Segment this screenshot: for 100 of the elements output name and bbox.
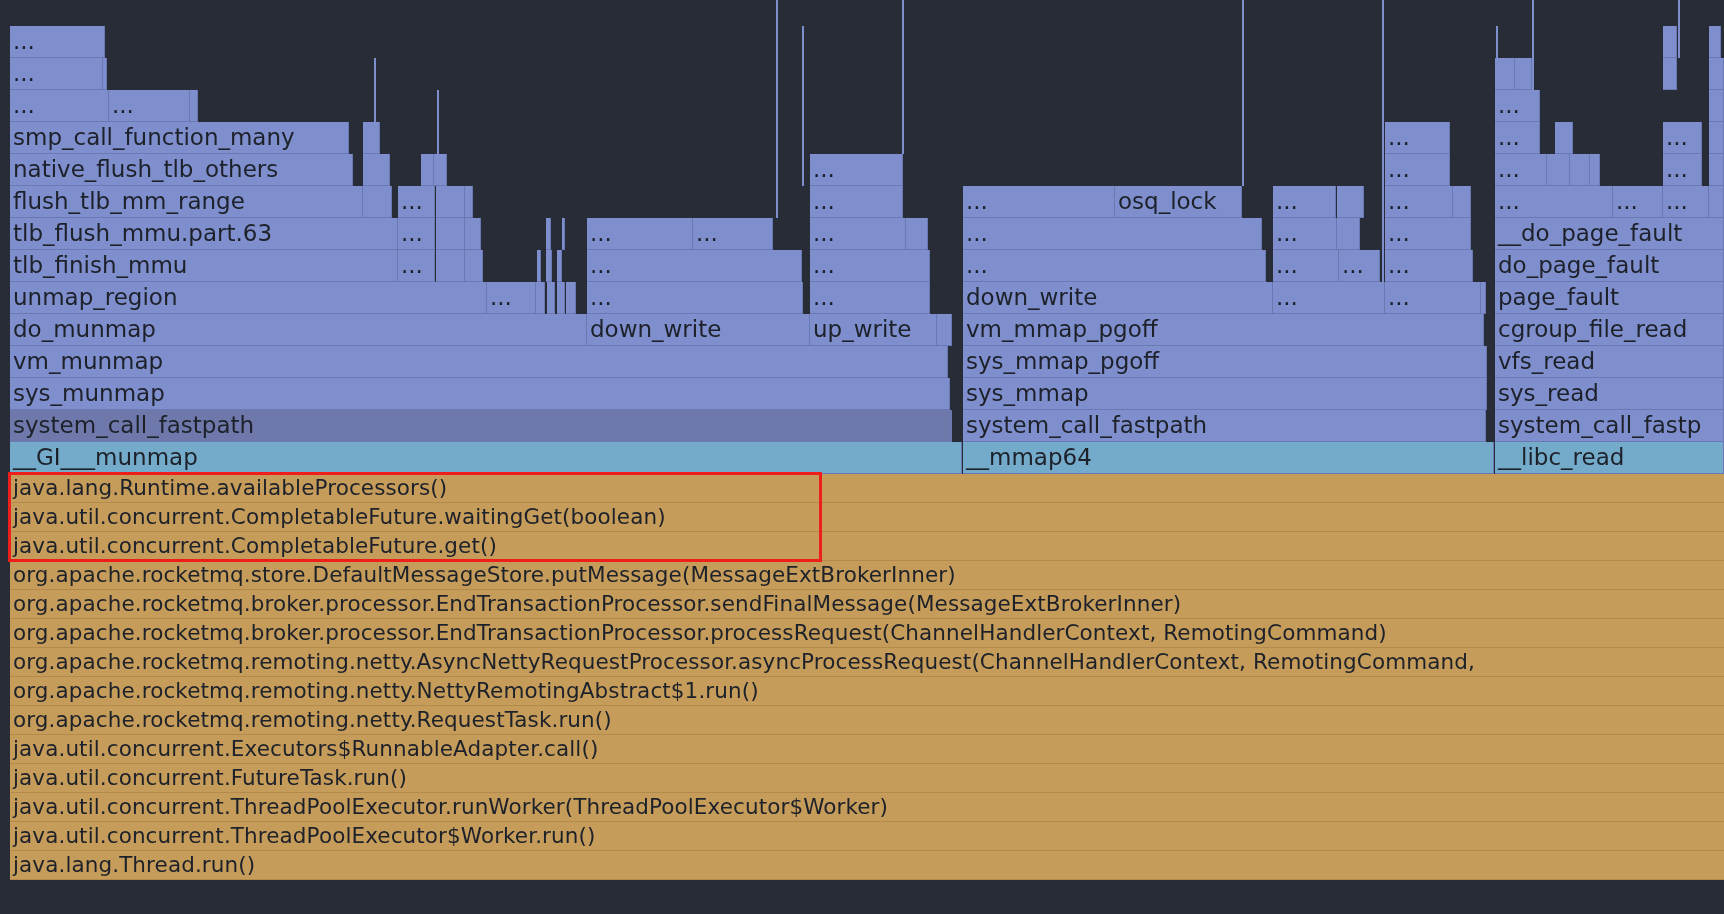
stack-frame[interactable]: smp_call_function_many bbox=[10, 122, 349, 154]
stack-frame[interactable]: org.apache.rocketmq.remoting.netty.AsyncNettyRequestProcessor.asyncProcessRequest(ChannelHandlerContext, RemotingCommand, bbox=[10, 648, 1724, 677]
stack-frame[interactable]: ... bbox=[810, 282, 930, 314]
frame-sliver bbox=[1555, 122, 1573, 154]
stack-frame[interactable]: ... bbox=[1385, 218, 1471, 250]
stack-frame[interactable]: tlb_flush_mmu.part.63 bbox=[10, 218, 398, 250]
stack-frame[interactable]: ... bbox=[587, 218, 693, 250]
stack-frame[interactable]: ... bbox=[587, 282, 803, 314]
frame-sliver bbox=[937, 314, 952, 346]
frame-sliver bbox=[1709, 186, 1724, 218]
stack-frame[interactable]: __mmap64 bbox=[963, 442, 1494, 474]
frame-sliver bbox=[1453, 186, 1471, 218]
stack-frame[interactable]: java.lang.Runtime.availableProcessors() bbox=[10, 474, 1724, 503]
stack-frame[interactable]: ... bbox=[1663, 122, 1702, 154]
frame-sliver bbox=[421, 154, 434, 186]
frame-sliver bbox=[566, 282, 576, 314]
stack-frame[interactable]: org.apache.rocketmq.broker.processor.EndTransactionProcessor.processRequest(ChannelHandlerContext, RemotingCommand) bbox=[10, 619, 1724, 648]
stack-frame[interactable]: ... bbox=[810, 154, 903, 186]
frame-sliver bbox=[190, 90, 198, 122]
stack-frame[interactable]: org.apache.rocketmq.broker.processor.EndTransactionProcessor.sendFinalMessage(MessageExtBrokerInner) bbox=[10, 590, 1724, 619]
stack-frame[interactable]: sys_mmap bbox=[963, 378, 1487, 410]
stack-frame[interactable]: ... bbox=[1273, 250, 1339, 282]
stack-frame[interactable]: ... bbox=[398, 218, 435, 250]
stack-frame[interactable]: ... bbox=[398, 250, 435, 282]
stack-frame[interactable]: flush_tlb_mm_range bbox=[10, 186, 363, 218]
stack-frame[interactable]: ... bbox=[1663, 154, 1702, 186]
stack-frame[interactable]: ... bbox=[109, 90, 190, 122]
stack-frame[interactable]: vm_munmap bbox=[10, 346, 948, 378]
stack-frame[interactable]: __do_page_fault bbox=[1495, 218, 1724, 250]
stack-frame[interactable]: ... bbox=[1273, 282, 1385, 314]
stack-frame[interactable]: org.apache.rocketmq.remoting.netty.NettyRemotingAbstract$1.run() bbox=[10, 677, 1724, 706]
frame-sliver bbox=[1709, 154, 1724, 186]
stack-frame[interactable]: ... bbox=[1339, 250, 1380, 282]
stack-frame[interactable]: ... bbox=[1385, 122, 1450, 154]
frame-sliver bbox=[1337, 218, 1360, 250]
stack-frame[interactable]: ... bbox=[963, 250, 1266, 282]
stack-frame[interactable]: sys_munmap bbox=[10, 378, 950, 410]
stack-frame[interactable]: ... bbox=[1273, 218, 1337, 250]
stack-frame[interactable]: system_call_fastpath bbox=[963, 410, 1486, 442]
stack-frame[interactable]: ... bbox=[1385, 250, 1473, 282]
frame-sliver bbox=[1709, 90, 1724, 122]
stack-frame[interactable]: ... bbox=[1613, 186, 1663, 218]
stack-frame[interactable]: down_write bbox=[963, 282, 1273, 314]
frame-sliver bbox=[1709, 26, 1721, 58]
frame-sliver bbox=[1709, 122, 1724, 154]
stack-frame[interactable]: do_page_fault bbox=[1495, 250, 1724, 282]
stack-frame[interactable]: sys_read bbox=[1495, 378, 1724, 410]
stack-frame[interactable]: ... bbox=[1385, 154, 1450, 186]
stack-frame[interactable]: ... bbox=[1385, 282, 1481, 314]
stack-frame[interactable]: ... bbox=[1495, 90, 1540, 122]
stack-frame[interactable]: down_write bbox=[587, 314, 810, 346]
stack-frame[interactable]: __GI___munmap bbox=[10, 442, 962, 474]
stack-frame[interactable]: ... bbox=[1495, 186, 1613, 218]
stack-frame[interactable]: java.util.concurrent.Executors$RunnableAdapter.call() bbox=[10, 735, 1724, 764]
stack-frame[interactable]: ... bbox=[587, 250, 802, 282]
stack-frame[interactable]: native_flush_tlb_others bbox=[10, 154, 353, 186]
stack-frame[interactable]: ... bbox=[10, 26, 105, 58]
stack-frame[interactable]: ... bbox=[1273, 186, 1336, 218]
stack-frame[interactable]: ... bbox=[963, 218, 1262, 250]
stack-frame[interactable]: system_call_fastpath bbox=[10, 410, 952, 442]
frame-sliver bbox=[103, 58, 107, 90]
stack-frame[interactable]: java.util.concurrent.CompletableFuture.get() bbox=[10, 532, 1724, 561]
frame-sliver bbox=[906, 218, 928, 250]
frame-sliver bbox=[1337, 186, 1364, 218]
stack-frame[interactable]: ... bbox=[10, 58, 103, 90]
stack-frame[interactable]: org.apache.rocketmq.store.DefaultMessageStore.putMessage(MessageExtBrokerInner) bbox=[10, 561, 1724, 590]
stack-frame[interactable]: java.util.concurrent.ThreadPoolExecutor.runWorker(ThreadPoolExecutor$Worker) bbox=[10, 793, 1724, 822]
stack-frame[interactable]: unmap_region bbox=[10, 282, 487, 314]
stack-frame[interactable]: ... bbox=[1495, 154, 1547, 186]
stack-frame[interactable]: ... bbox=[1495, 122, 1540, 154]
frame-sliver bbox=[363, 186, 392, 218]
stack-frame[interactable]: java.lang.Thread.run() bbox=[10, 851, 1724, 880]
stack-frame[interactable]: ... bbox=[487, 282, 536, 314]
frame-sliver bbox=[1547, 154, 1570, 186]
stack-frame[interactable]: vm_mmap_pgoff bbox=[963, 314, 1484, 346]
stack-frame[interactable]: vfs_read bbox=[1495, 346, 1724, 378]
stack-frame[interactable]: system_call_fastp bbox=[1495, 410, 1724, 442]
stack-frame[interactable]: page_fault bbox=[1495, 282, 1724, 314]
stack-frame[interactable]: ... bbox=[810, 218, 906, 250]
stack-frame[interactable]: ... bbox=[810, 186, 903, 218]
stack-frame[interactable]: ... bbox=[398, 186, 435, 218]
frame-sliver bbox=[1709, 58, 1724, 90]
stack-frame[interactable]: org.apache.rocketmq.remoting.netty.RequestTask.run() bbox=[10, 706, 1724, 735]
stack-frame[interactable]: tlb_finish_mmu bbox=[10, 250, 398, 282]
stack-frame[interactable]: up_write bbox=[810, 314, 937, 346]
stack-frame[interactable]: ... bbox=[963, 186, 1115, 218]
stack-frame[interactable]: ... bbox=[693, 218, 773, 250]
stack-frame[interactable]: ... bbox=[810, 250, 930, 282]
stack-frame[interactable]: sys_mmap_pgoff bbox=[963, 346, 1487, 378]
stack-frame[interactable]: ... bbox=[1663, 186, 1709, 218]
frame-sliver bbox=[1481, 282, 1486, 314]
stack-frame[interactable]: osq_lock bbox=[1115, 186, 1242, 218]
stack-frame[interactable]: java.util.concurrent.FutureTask.run() bbox=[10, 764, 1724, 793]
stack-frame[interactable]: cgroup_file_read bbox=[1495, 314, 1724, 346]
stack-frame[interactable]: ... bbox=[10, 90, 109, 122]
stack-frame[interactable]: java.util.concurrent.ThreadPoolExecutor$Worker.run() bbox=[10, 822, 1724, 851]
stack-frame[interactable]: do_munmap bbox=[10, 314, 587, 346]
stack-frame[interactable]: java.util.concurrent.CompletableFuture.waitingGet(boolean) bbox=[10, 503, 1724, 532]
stack-frame[interactable]: __libc_read bbox=[1495, 442, 1724, 474]
stack-frame[interactable]: ... bbox=[1385, 186, 1453, 218]
